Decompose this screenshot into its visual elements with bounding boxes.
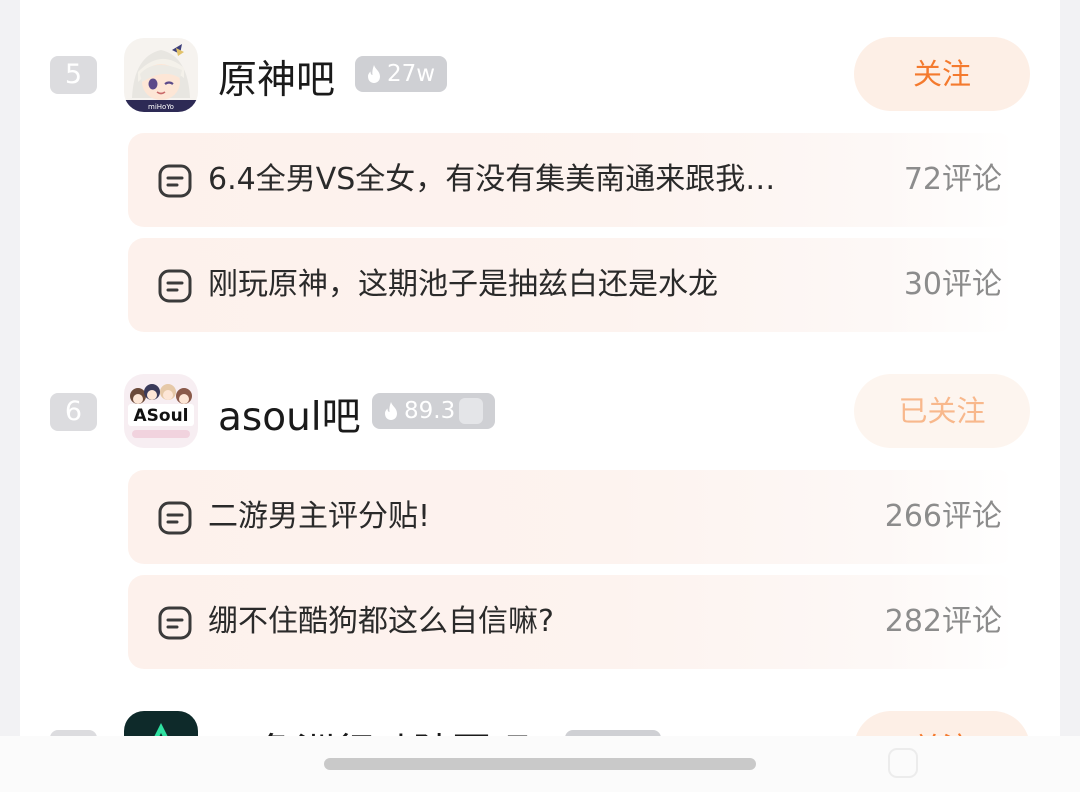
- heat-value: 89.3: [404, 398, 456, 424]
- post-title: 二游男主评分贴!: [208, 499, 431, 534]
- post-icon: [158, 269, 192, 303]
- post-title: 绷不住酷狗都这么自信嘛?: [208, 604, 554, 639]
- post-icon: [158, 501, 192, 535]
- flame-icon: [385, 402, 397, 420]
- comment-count: 266评论: [884, 499, 1002, 534]
- rank-badge: 6: [50, 393, 97, 431]
- home-indicator[interactable]: [324, 758, 756, 770]
- faded-post-icon: [888, 748, 918, 778]
- rank-badge: 5: [50, 56, 97, 94]
- comment-count: 72评论: [903, 162, 1002, 197]
- forum-name[interactable]: 原神吧: [218, 49, 335, 105]
- flame-icon: [368, 65, 380, 83]
- post-icon: [158, 606, 192, 640]
- heat-value: 27w: [387, 61, 436, 87]
- forum-ranking-list: 5 miHoYo 原神吧 27w 关注 6.4全男VS全女，有没有集美南通来跟我…: [20, 0, 1060, 792]
- comment-count: 282评论: [884, 604, 1002, 639]
- post-item[interactable]: 刚玩原神，这期池子是抽兹白还是水龙 30评论: [128, 238, 1014, 332]
- followed-button[interactable]: 已关注: [854, 374, 1030, 448]
- post-title: 6.4全男VS全女，有没有集美南通来跟我…: [208, 162, 776, 197]
- post-item[interactable]: 绷不住酷狗都这么自信嘛? 282评论: [128, 575, 1014, 669]
- post-item[interactable]: 6.4全男VS全女，有没有集美南通来跟我… 72评论: [128, 133, 1014, 227]
- post-title: 刚玩原神，这期池子是抽兹白还是水龙: [208, 267, 718, 302]
- comment-count: 30评论: [903, 267, 1002, 302]
- svg-text:miHoYo: miHoYo: [148, 103, 174, 111]
- post-item[interactable]: 二游男主评分贴! 266评论: [128, 470, 1014, 564]
- asoul-logo-text: ASoul: [133, 406, 188, 426]
- follow-button[interactable]: 关注: [854, 37, 1030, 111]
- forum-name[interactable]: asoul吧: [218, 386, 361, 442]
- heat-badge: 89.3: [372, 393, 496, 429]
- genshin-avatar[interactable]: miHoYo: [124, 38, 198, 112]
- heat-badge: 27w: [355, 56, 448, 92]
- asoul-avatar[interactable]: ASoul: [124, 374, 198, 448]
- post-icon: [158, 164, 192, 198]
- blurred-heat-suffix: [459, 398, 484, 424]
